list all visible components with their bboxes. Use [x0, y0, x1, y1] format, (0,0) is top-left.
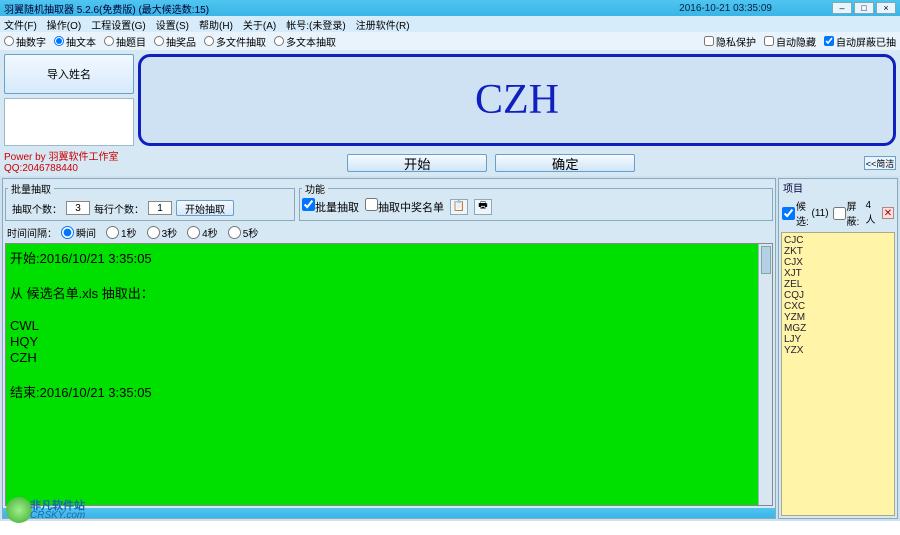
perline-input[interactable] [148, 201, 172, 215]
menu-bar: 文件(F) 操作(O) 工程设置(G) 设置(S) 帮助(H) 关于(A) 帐号… [0, 16, 900, 32]
list-item[interactable]: ZEL [784, 279, 892, 290]
watermark-url: CRSKY.com [30, 510, 85, 521]
interval-label: 时间间隔： [7, 225, 57, 240]
window-controls: – □ × [832, 2, 896, 14]
ok-button[interactable]: 确定 [495, 154, 635, 172]
upper-panel: 导入姓名 CZH [0, 50, 900, 150]
winner-list-checkbox[interactable]: 抽取中奖名单 [365, 198, 444, 215]
list-item[interactable]: CQJ [784, 290, 892, 301]
menu-account[interactable]: 帐号:(未登录) [286, 17, 345, 32]
list-item[interactable]: CJX [784, 257, 892, 268]
import-names-button[interactable]: 导入姓名 [4, 54, 134, 94]
menu-settings[interactable]: 设置(S) [156, 17, 189, 32]
list-item[interactable]: MGZ [784, 323, 892, 334]
interval-instant[interactable]: 瞬间 [61, 225, 96, 240]
flag-autohide[interactable]: 自动隐藏 [764, 34, 816, 49]
mode-prize[interactable]: 抽奖品 [154, 34, 196, 49]
mode-text[interactable]: 抽文本 [54, 34, 96, 49]
menu-file[interactable]: 文件(F) [4, 17, 37, 32]
list-item[interactable]: ZKT [784, 246, 892, 257]
log-scrollbar[interactable] [758, 244, 772, 505]
menu-register[interactable]: 注册软件(R) [356, 17, 410, 32]
maximize-button[interactable]: □ [854, 2, 874, 14]
menu-help[interactable]: 帮助(H) [199, 17, 233, 32]
candidate-checkbox[interactable]: 候选:(11) [782, 198, 829, 228]
list-item[interactable]: LJY [784, 334, 892, 345]
batch-mode-checkbox[interactable]: 批量抽取 [302, 198, 359, 215]
interval-3s[interactable]: 3秒 [147, 225, 178, 240]
perline-label: 每行个数： [94, 201, 144, 216]
count-input[interactable] [66, 201, 90, 215]
mode-toolbar: 抽数字 抽文本 抽题目 抽奖品 多文件抽取 多文本抽取 隐私保护 自动隐藏 自动… [0, 32, 900, 50]
name-input-box[interactable] [4, 98, 134, 146]
interval-row: 时间间隔： 瞬间 1秒 3秒 4秒 5秒 [3, 223, 775, 241]
left-panel: 批量抽取 抽取个数： 每行个数： 开始抽取 功能 批量抽取 抽取中奖名单 📋 🖶 [2, 178, 776, 519]
status-bar [3, 508, 775, 518]
log-output[interactable]: 开始:2016/10/21 3:35:05 从 候选名单.xls 抽取出： CW… [5, 243, 773, 506]
list-item[interactable]: YZM [784, 312, 892, 323]
project-panel: 项目 候选:(11) 屏蔽:4人 ✕ CJCZKTCJXXJTZELCQJCXC… [778, 178, 898, 519]
interval-5s[interactable]: 5秒 [228, 225, 259, 240]
shield-checkbox[interactable]: 屏蔽:4人 [833, 198, 878, 228]
collapse-button[interactable]: <<简洁 [864, 156, 896, 170]
mode-multitext[interactable]: 多文本抽取 [274, 34, 336, 49]
function-group-label: 功能 [302, 181, 328, 196]
mode-topic[interactable]: 抽题目 [104, 34, 146, 49]
mode-multifile[interactable]: 多文件抽取 [204, 34, 266, 49]
menu-about[interactable]: 关于(A) [243, 17, 276, 32]
list-item[interactable]: YZX [784, 345, 892, 356]
print-icon[interactable]: 🖶 [474, 199, 492, 215]
watermark-logo-icon [6, 497, 32, 523]
count-label: 抽取个数： [12, 201, 62, 216]
window-datetime: 2016-10-21 03:35:09 [679, 3, 772, 14]
close-panel-icon[interactable]: ✕ [882, 207, 894, 219]
interval-4s[interactable]: 4秒 [187, 225, 218, 240]
flag-privacy[interactable]: 隐私保护 [704, 34, 756, 49]
watermark: 非凡软件站 CRSKY.com [6, 495, 116, 525]
mode-number[interactable]: 抽数字 [4, 34, 46, 49]
candidate-list[interactable]: CJCZKTCJXXJTZELCQJCXCYZMMGZLJYYZX [781, 232, 895, 516]
flag-autoshield[interactable]: 自动屏蔽已抽 [824, 34, 896, 49]
copy-icon[interactable]: 📋 [450, 199, 468, 215]
start-batch-button[interactable]: 开始抽取 [176, 200, 234, 216]
list-item[interactable]: CXC [784, 301, 892, 312]
close-button[interactable]: × [876, 2, 896, 14]
menu-project[interactable]: 工程设置(G) [91, 17, 145, 32]
project-group-label: 项目 [779, 179, 897, 196]
title-bar: 羽翼随机抽取器 5.2.6(免费版) (最大候选数:15) 2016-10-21… [0, 0, 900, 16]
list-item[interactable]: CJC [784, 235, 892, 246]
minimize-button[interactable]: – [832, 2, 852, 14]
lower-panel: 批量抽取 抽取个数： 每行个数： 开始抽取 功能 批量抽取 抽取中奖名单 📋 🖶 [0, 176, 900, 521]
result-display: CZH [138, 54, 896, 146]
batch-group-label: 批量抽取 [8, 181, 54, 196]
mid-row: Power by 羽翼软件工作室 QQ:2046788440 开始 确定 <<简… [0, 150, 900, 176]
interval-1s[interactable]: 1秒 [106, 225, 137, 240]
start-button[interactable]: 开始 [347, 154, 487, 172]
menu-operate[interactable]: 操作(O) [47, 17, 81, 32]
list-item[interactable]: XJT [784, 268, 892, 279]
powered-by: Power by 羽翼软件工作室 QQ:2046788440 [4, 152, 118, 174]
window-title: 羽翼随机抽取器 5.2.6(免费版) (最大候选数:15) [4, 1, 679, 16]
